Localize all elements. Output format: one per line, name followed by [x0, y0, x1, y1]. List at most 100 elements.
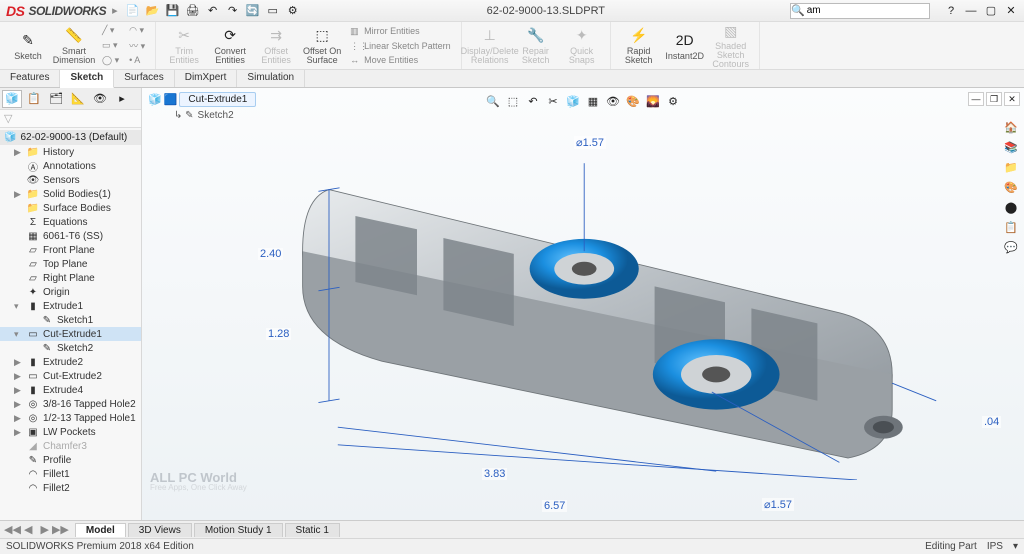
- tree-item-solid-bodies-1-[interactable]: ▶📁Solid Bodies(1): [0, 187, 141, 201]
- offset-entities-button[interactable]: ⇉Offset Entities: [254, 24, 298, 67]
- hud-prev-view[interactable]: ↶: [524, 92, 542, 110]
- expand-icon[interactable]: ▾: [14, 301, 23, 312]
- close-button[interactable]: ✕: [1002, 2, 1020, 20]
- hud-section[interactable]: ✂: [544, 92, 562, 110]
- expand-icon[interactable]: ▶: [14, 147, 23, 158]
- tree-item-right-plane[interactable]: ▱Right Plane: [0, 271, 141, 285]
- dim-height-2[interactable]: 1.28: [266, 328, 291, 340]
- qat-print[interactable]: 🖨: [184, 2, 202, 20]
- hud-hide-show[interactable]: 👁: [604, 92, 622, 110]
- tab-simulation[interactable]: Simulation: [237, 70, 305, 87]
- tree-item-lw-pockets[interactable]: ▶▣LW Pockets: [0, 425, 141, 439]
- fm-tab-display[interactable]: 👁: [90, 90, 110, 108]
- tab-dimxpert[interactable]: DimXpert: [175, 70, 238, 87]
- quick-snaps-button[interactable]: ✦Quick Snaps: [560, 24, 604, 67]
- tp-file-explorer[interactable]: 📁: [1002, 158, 1020, 176]
- help-button[interactable]: ?: [942, 2, 960, 20]
- tree-item-surface-bodies[interactable]: 📁Surface Bodies: [0, 201, 141, 215]
- hud-view-settings[interactable]: ⚙: [664, 92, 682, 110]
- tree-item-cut-extrude2[interactable]: ▶▭Cut-Extrude2: [0, 369, 141, 383]
- trim-entities-button[interactable]: ✂Trim Entities: [162, 24, 206, 67]
- sheet-tab-3dviews[interactable]: 3D Views: [128, 523, 192, 537]
- tree-item-top-plane[interactable]: ▱Top Plane: [0, 257, 141, 271]
- mirror-entities[interactable]: ▥Mirror Entities: [346, 24, 455, 38]
- menu-dropdown-arrow[interactable]: ▸: [112, 4, 118, 17]
- tp-appearances[interactable]: ⬤: [1002, 198, 1020, 216]
- tree-item-fillet2[interactable]: ◠Fillet2: [0, 481, 141, 495]
- tree-item-6061-t6-ss-[interactable]: ▦6061-T6 (SS): [0, 229, 141, 243]
- dim-diameter-2[interactable]: ⌀1.57: [762, 498, 794, 511]
- tree-item-history[interactable]: ▶📁History: [0, 145, 141, 159]
- dim-height-1[interactable]: 2.40: [258, 248, 283, 260]
- tree-item-sketch1[interactable]: ✎Sketch1: [0, 313, 141, 327]
- search-input[interactable]: [805, 5, 929, 16]
- vp-minimize[interactable]: —: [968, 92, 984, 106]
- tp-resources[interactable]: 🏠: [1002, 118, 1020, 136]
- tree-item-3-8-16-tapped-hole2[interactable]: ▶◎3/8-16 Tapped Hole2: [0, 397, 141, 411]
- dim-length-1[interactable]: 3.83: [482, 468, 507, 480]
- tree-filter-bar[interactable]: ▽: [0, 110, 141, 128]
- sheet-scroll-left[interactable]: ◀◀ ◀: [0, 523, 36, 536]
- qat-new[interactable]: 📄: [124, 2, 142, 20]
- instant2d-button[interactable]: 2DInstant2D: [663, 24, 707, 67]
- sheet-scroll-right[interactable]: ▶ ▶▶: [36, 523, 72, 536]
- tree-item-origin[interactable]: ✦Origin: [0, 285, 141, 299]
- fm-tab-config[interactable]: 🗂: [46, 90, 66, 108]
- tree-item-chamfer3[interactable]: ◢Chamfer3: [0, 439, 141, 453]
- fm-tab-dimxpert[interactable]: 📐: [68, 90, 88, 108]
- graphics-viewport[interactable]: 🧊 🟦 Cut-Extrude1 ↳ ✎Sketch2 🔍 ⬚ ↶ ✂ 🧊 ▦ …: [142, 88, 1024, 520]
- expand-icon[interactable]: ▶: [14, 413, 23, 424]
- tree-item-front-plane[interactable]: ▱Front Plane: [0, 243, 141, 257]
- status-units[interactable]: IPS: [987, 541, 1003, 552]
- shaded-contours-button[interactable]: ▧Shaded Sketch Contours: [709, 24, 753, 67]
- qat-redo[interactable]: ↷: [224, 2, 242, 20]
- expand-icon[interactable]: ▶: [14, 371, 23, 382]
- rect-tool[interactable]: ▭ ▾: [98, 39, 123, 53]
- hud-zoom-area[interactable]: ⬚: [504, 92, 522, 110]
- hud-apply-scene[interactable]: 🌄: [644, 92, 662, 110]
- status-dropdown-icon[interactable]: ▾: [1013, 541, 1018, 552]
- tree-item-profile[interactable]: ✎Profile: [0, 453, 141, 467]
- breadcrumb-child[interactable]: ↳ ✎Sketch2: [174, 110, 234, 121]
- bc-feature-icon[interactable]: 🟦: [164, 93, 178, 106]
- expand-icon[interactable]: ▶: [14, 385, 23, 396]
- spline-tool[interactable]: 〰 ▾: [125, 39, 149, 53]
- minimize-button[interactable]: —: [962, 2, 980, 20]
- sheet-tab-motion[interactable]: Motion Study 1: [194, 523, 283, 537]
- qat-undo[interactable]: ↶: [204, 2, 222, 20]
- tp-forum[interactable]: 💬: [1002, 238, 1020, 256]
- fm-tab-more[interactable]: ▸: [112, 90, 132, 108]
- repair-sketch-button[interactable]: 🔧Repair Sketch: [514, 24, 558, 67]
- offset-on-surface-button[interactable]: ⬚Offset On Surface: [300, 24, 344, 67]
- point-tool[interactable]: • A: [125, 53, 149, 67]
- circle-tool[interactable]: ◯ ▾: [98, 53, 123, 67]
- hud-display-style[interactable]: ▦: [584, 92, 602, 110]
- tp-custom-props[interactable]: 📋: [1002, 218, 1020, 236]
- display-relations-button[interactable]: ⊥Display/Delete Relations: [468, 24, 512, 67]
- smart-dimension-button[interactable]: 📏Smart Dimension: [52, 24, 96, 67]
- tree-root-node[interactable]: 🧊 62-02-9000-13 (Default): [0, 130, 141, 145]
- tree-item-equations[interactable]: ΣEquations: [0, 215, 141, 229]
- tree-item-extrude1[interactable]: ▾▮Extrude1: [0, 299, 141, 313]
- tab-surfaces[interactable]: Surfaces: [114, 70, 174, 87]
- hud-view-orient[interactable]: 🧊: [564, 92, 582, 110]
- tp-design-lib[interactable]: 📚: [1002, 138, 1020, 156]
- line-tool[interactable]: ╱ ▾: [98, 24, 123, 38]
- tree-item-sensors[interactable]: 👁Sensors: [0, 173, 141, 187]
- sheet-tab-model[interactable]: Model: [75, 523, 126, 537]
- vp-restore[interactable]: ❐: [986, 92, 1002, 106]
- tree-item-annotations[interactable]: ⒶAnnotations: [0, 159, 141, 173]
- expand-icon[interactable]: ▶: [14, 357, 23, 368]
- hud-zoom-fit[interactable]: 🔍: [484, 92, 502, 110]
- tab-sketch[interactable]: Sketch: [60, 70, 114, 88]
- tp-view-palette[interactable]: 🎨: [1002, 178, 1020, 196]
- expand-icon[interactable]: ▶: [14, 399, 23, 410]
- arc-tool[interactable]: ◠ ▾: [125, 24, 149, 38]
- breadcrumb-current[interactable]: Cut-Extrude1: [179, 92, 256, 107]
- move-entities[interactable]: ↔Move Entities: [346, 53, 455, 67]
- tree-item-sketch2[interactable]: ✎Sketch2: [0, 341, 141, 355]
- expand-icon[interactable]: ▾: [14, 329, 23, 340]
- tree-item-1-2-13-tapped-hole1[interactable]: ▶◎1/2-13 Tapped Hole1: [0, 411, 141, 425]
- sketch-button[interactable]: ✎Sketch: [6, 24, 50, 67]
- tab-features[interactable]: Features: [0, 70, 60, 87]
